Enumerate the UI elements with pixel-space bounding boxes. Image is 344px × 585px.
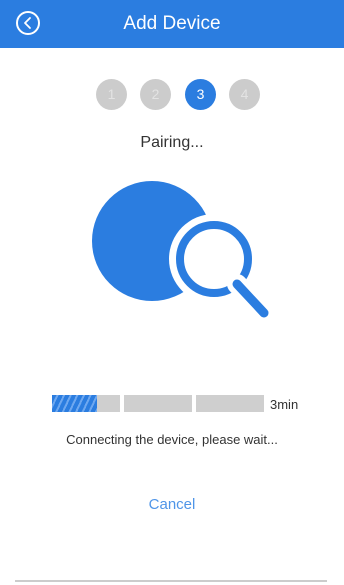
search-magnifier-icon	[92, 181, 274, 323]
search-illustration	[88, 178, 278, 328]
cancel-button[interactable]: Cancel	[0, 496, 344, 513]
step-3-current: 3	[185, 79, 216, 110]
pairing-progress-bar	[52, 393, 304, 415]
connecting-hint: Connecting the device, please wait...	[66, 432, 278, 447]
progress-segment-3	[196, 395, 264, 412]
step-4: 4	[229, 79, 260, 110]
add-device-screen: Add Device 1 2 3 4 Pairing... 3min Conne…	[0, 0, 344, 585]
bottom-divider	[15, 580, 327, 582]
remaining-time: 3min	[270, 397, 299, 412]
progress-segment-1	[52, 395, 120, 412]
step-indicator: 1 2 3 4	[96, 79, 260, 111]
pairing-status: Pairing...	[140, 134, 204, 151]
page-title: Add Device	[123, 13, 221, 34]
step-1: 1	[96, 79, 127, 110]
header-bar: Add Device	[0, 0, 344, 48]
progress-fill	[52, 395, 97, 412]
progress-segment-2	[124, 395, 192, 412]
step-2: 2	[140, 79, 171, 110]
